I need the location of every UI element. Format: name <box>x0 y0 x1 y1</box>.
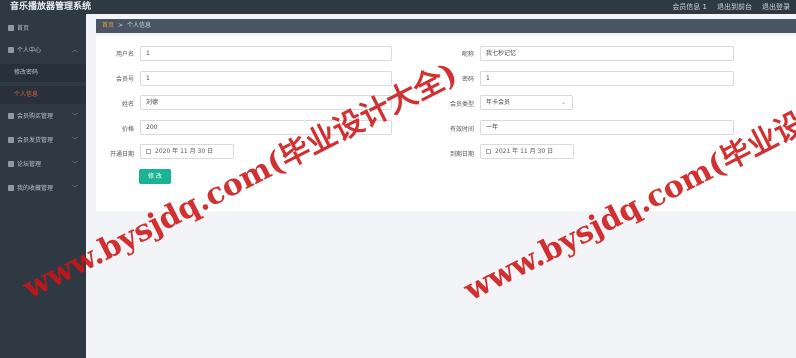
breadcrumb-separator: > <box>118 22 124 29</box>
submit-button[interactable]: 修 改 <box>139 169 171 184</box>
start-date-value: 2020 年 11 月 30 日 <box>155 148 214 155</box>
sidebar-item-personal-info[interactable]: 个人信息 <box>0 86 86 104</box>
start-date-label: 开通日期 <box>109 151 134 158</box>
chevron-down-icon: ﹀ <box>71 137 78 144</box>
price-label: 价格 <box>121 126 134 133</box>
chevron-down-icon: ﹀ <box>71 161 78 168</box>
top-nav: 会员信息 1 退出到前台 退出登录 <box>672 0 790 14</box>
sidebar-item-label: 个人中心 <box>17 47 42 54</box>
globe-icon <box>8 185 14 191</box>
breadcrumb: 首页 > 个人信息 <box>96 19 796 33</box>
calendar-icon <box>146 149 151 154</box>
sidebar-item-label: 首页 <box>17 25 30 32</box>
price-field[interactable]: 200 <box>140 120 392 135</box>
front-page-link[interactable]: 退出到前台 <box>717 0 752 14</box>
chevron-down-icon: ﹀ <box>71 185 78 192</box>
nickname-label: 昵称 <box>461 51 474 58</box>
member-no-field[interactable]: 1 <box>140 71 392 86</box>
chevron-up-icon: ︿ <box>71 47 78 54</box>
username-field[interactable]: 1 <box>140 46 392 61</box>
sidebar-item-label: 会员发货管理 <box>17 137 54 144</box>
sidebar-item-forum[interactable]: 论坛管理 ﹀ <box>0 156 86 174</box>
sidebar-item-change-password[interactable]: 修改密码 <box>0 64 86 82</box>
member-type-label: 会员类型 <box>449 101 474 108</box>
end-date-value: 2021 年 11 月 30 日 <box>495 148 554 155</box>
sidebar-item-label: 论坛管理 <box>17 161 42 168</box>
username-label: 用户名 <box>115 51 134 58</box>
start-date-picker[interactable]: 2020 年 11 月 30 日 <box>140 144 234 159</box>
user-icon <box>8 47 14 53</box>
valid-period-field[interactable]: 一年 <box>480 120 734 135</box>
sidebar-item-label: 会员购买管理 <box>17 113 54 120</box>
message-icon <box>8 137 14 143</box>
app-title: 音乐播放器管理系统 <box>10 2 92 12</box>
main-content: 首页 > 个人信息 <box>86 14 796 358</box>
nickname-field[interactable]: 我七秒记忆 <box>480 46 734 61</box>
calendar-icon <box>486 149 491 154</box>
sidebar-item-favorites[interactable]: 我的收藏管理 ﹀ <box>0 180 86 198</box>
end-date-picker[interactable]: 2021 年 11 月 30 日 <box>480 144 574 159</box>
sidebar-item-member-purchase[interactable]: 会员购买管理 ﹀ <box>0 108 86 126</box>
sidebar-item-label: 我的收藏管理 <box>17 185 54 192</box>
sidebar-item-personal-center[interactable]: 个人中心 ︿ <box>0 42 86 60</box>
password-label: 密码 <box>461 76 474 83</box>
sidebar: 首页 个人中心 ︿ 修改密码 个人信息 会员购买管理 ﹀ 会员发货管理 ﹀ 论坛… <box>0 14 86 358</box>
sidebar-item-member-shipping[interactable]: 会员发货管理 ﹀ <box>0 132 86 150</box>
sidebar-item-home[interactable]: 首页 <box>0 20 86 38</box>
name-label: 姓名 <box>121 101 134 108</box>
password-field[interactable]: 1 <box>480 71 734 86</box>
member-no-label: 会员号 <box>115 76 134 83</box>
top-bar: 音乐播放器管理系统 会员信息 1 退出到前台 退出登录 <box>0 0 796 14</box>
name-field[interactable]: 刘德 <box>140 95 392 110</box>
end-date-label: 到期日期 <box>449 151 474 158</box>
valid-period-label: 有效时间 <box>449 126 474 133</box>
home-icon <box>8 25 14 31</box>
breadcrumb-home[interactable]: 首页 <box>102 22 114 29</box>
member-type-value: 年卡会员 <box>486 99 511 106</box>
member-type-select[interactable]: 年卡会员 ⌄ <box>480 95 573 110</box>
member-info-link[interactable]: 会员信息 1 <box>672 0 707 14</box>
user-icon <box>8 161 14 167</box>
chevron-down-icon: ⌄ <box>560 99 566 106</box>
chevron-down-icon: ﹀ <box>71 113 78 120</box>
breadcrumb-current: 个人信息 <box>127 22 152 29</box>
chart-icon <box>8 113 14 119</box>
logout-link[interactable]: 退出登录 <box>762 0 790 14</box>
